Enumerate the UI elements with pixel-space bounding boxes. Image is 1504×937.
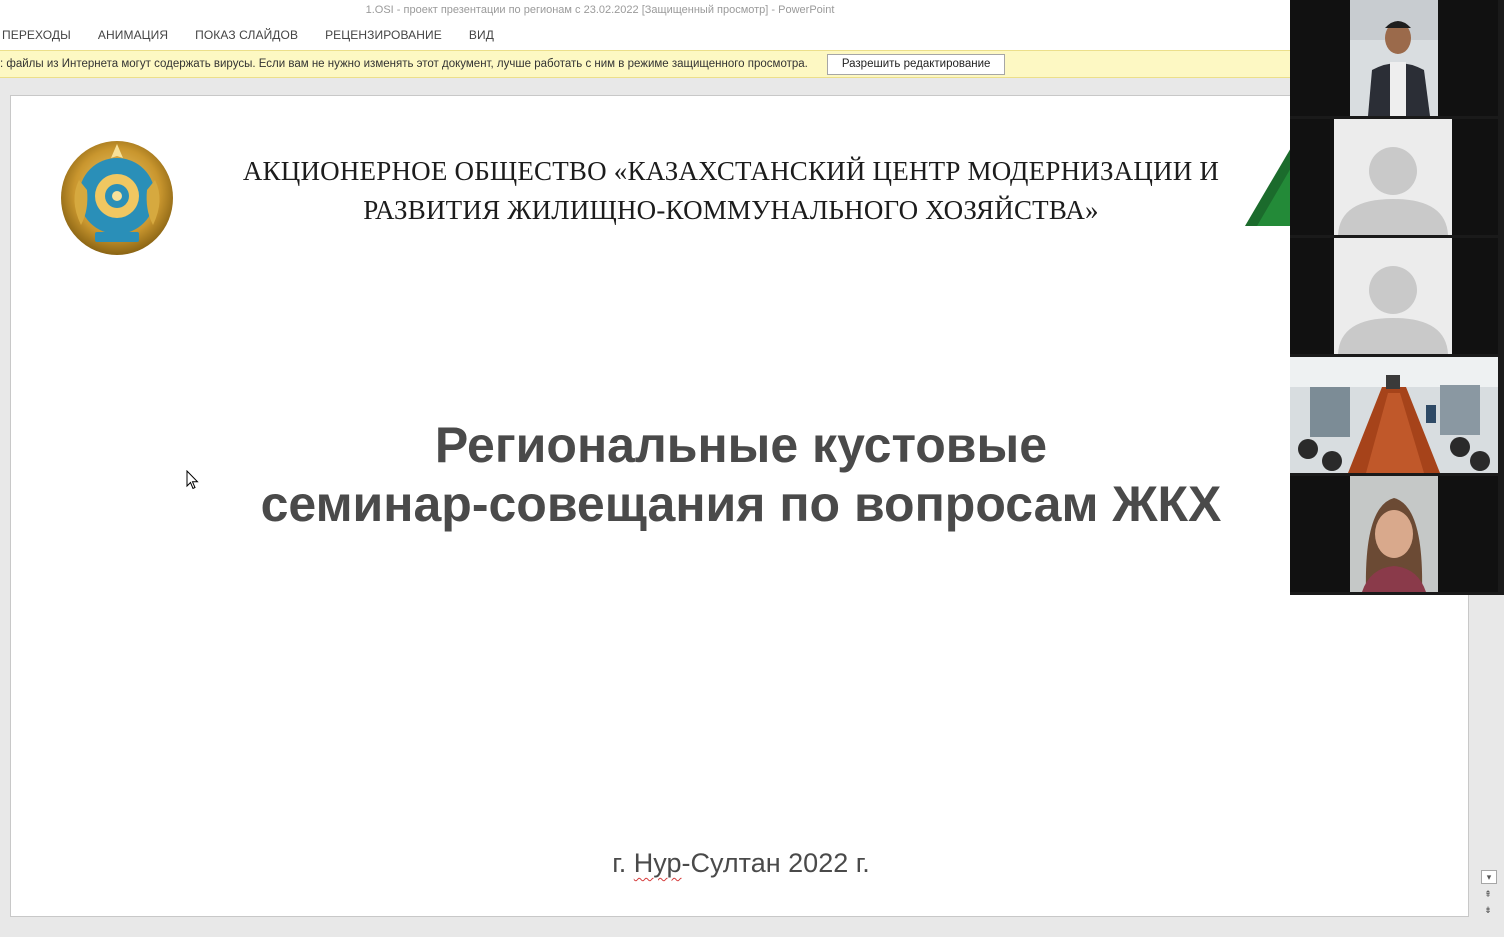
window-title: 1.OSI - проект презентации по регионам с… bbox=[365, 4, 835, 16]
state-emblem-icon bbox=[59, 140, 175, 258]
main-title-line-1: Региональные кустовые bbox=[434, 417, 1048, 473]
participant-video-tile[interactable] bbox=[1290, 0, 1498, 116]
city-suffix: -Султан 2022 г. bbox=[681, 848, 870, 878]
protected-view-bar: : файлы из Интернета могут содержать вир… bbox=[0, 50, 1290, 78]
protected-view-message: : файлы из Интернета могут содержать вир… bbox=[0, 58, 808, 70]
enable-editing-button[interactable]: Разрешить редактирование bbox=[826, 53, 1006, 75]
city-year-caption: г. Нур-Султан 2022 г. bbox=[451, 848, 1031, 879]
company-logo-icon bbox=[1245, 141, 1295, 231]
participant-video-tile[interactable] bbox=[1290, 476, 1498, 592]
participant-avatar-tile[interactable] bbox=[1290, 238, 1498, 354]
main-title-line-2: семинар-совещания по вопросам ЖКХ bbox=[260, 476, 1222, 532]
organization-title-line-2: РАЗВИТИЯ ЖИЛИЩНО-КОММУНАЛЬНОГО ХОЗЯЙСТВА… bbox=[363, 195, 1099, 225]
tab-animations[interactable]: АНИМАЦИЯ bbox=[98, 28, 168, 42]
tab-transitions[interactable]: ПЕРЕХОДЫ bbox=[2, 28, 71, 42]
tab-slide-show[interactable]: ПОКАЗ СЛАЙДОВ bbox=[195, 28, 298, 42]
participant-avatar-placeholder-icon bbox=[1290, 238, 1498, 354]
slide-main-title: Региональные кустовые семинар-совещания … bbox=[161, 416, 1321, 534]
participant-video-man-icon bbox=[1290, 0, 1498, 116]
next-slide-icon[interactable]: ⇟ bbox=[1481, 904, 1495, 916]
city-prefix: г. bbox=[612, 848, 627, 878]
participant-avatar-tile[interactable] bbox=[1290, 119, 1498, 235]
organization-title: АКЦИОНЕРНОЕ ОБЩЕСТВО «КАЗАХСТАНСКИЙ ЦЕНТ… bbox=[216, 152, 1246, 230]
participant-video-woman-icon bbox=[1290, 476, 1498, 592]
scroll-down-arrow-icon[interactable]: ▾ bbox=[1481, 870, 1497, 884]
tab-view[interactable]: ВИД bbox=[469, 28, 494, 42]
slide-canvas[interactable]: АКЦИОНЕРНОЕ ОБЩЕСТВО «КАЗАХСТАНСКИЙ ЦЕНТ… bbox=[10, 95, 1469, 917]
window-title-bar: 1.OSI - проект презентации по регионам с… bbox=[0, 0, 1290, 20]
mouse-pointer-icon bbox=[186, 469, 200, 490]
previous-slide-icon[interactable]: ⇞ bbox=[1481, 888, 1495, 900]
city-name-misspelled: Нур bbox=[633, 848, 682, 878]
tab-review[interactable]: РЕЦЕНЗИРОВАНИЕ bbox=[325, 28, 442, 42]
participant-video-conference-room-icon bbox=[1290, 357, 1498, 473]
organization-title-line-1: АКЦИОНЕРНОЕ ОБЩЕСТВО «КАЗАХСТАНСКИЙ ЦЕНТ… bbox=[242, 156, 1220, 186]
vertical-scrollbar[interactable]: ▾ ⇞ ⇟ bbox=[1481, 870, 1499, 920]
participant-avatar-placeholder-icon bbox=[1290, 119, 1498, 235]
participant-video-tile[interactable] bbox=[1290, 357, 1498, 473]
ribbon-tabs: ПЕРЕХОДЫ АНИМАЦИЯ ПОКАЗ СЛАЙДОВ РЕЦЕНЗИР… bbox=[0, 20, 1290, 50]
video-participants-panel bbox=[1290, 0, 1504, 595]
